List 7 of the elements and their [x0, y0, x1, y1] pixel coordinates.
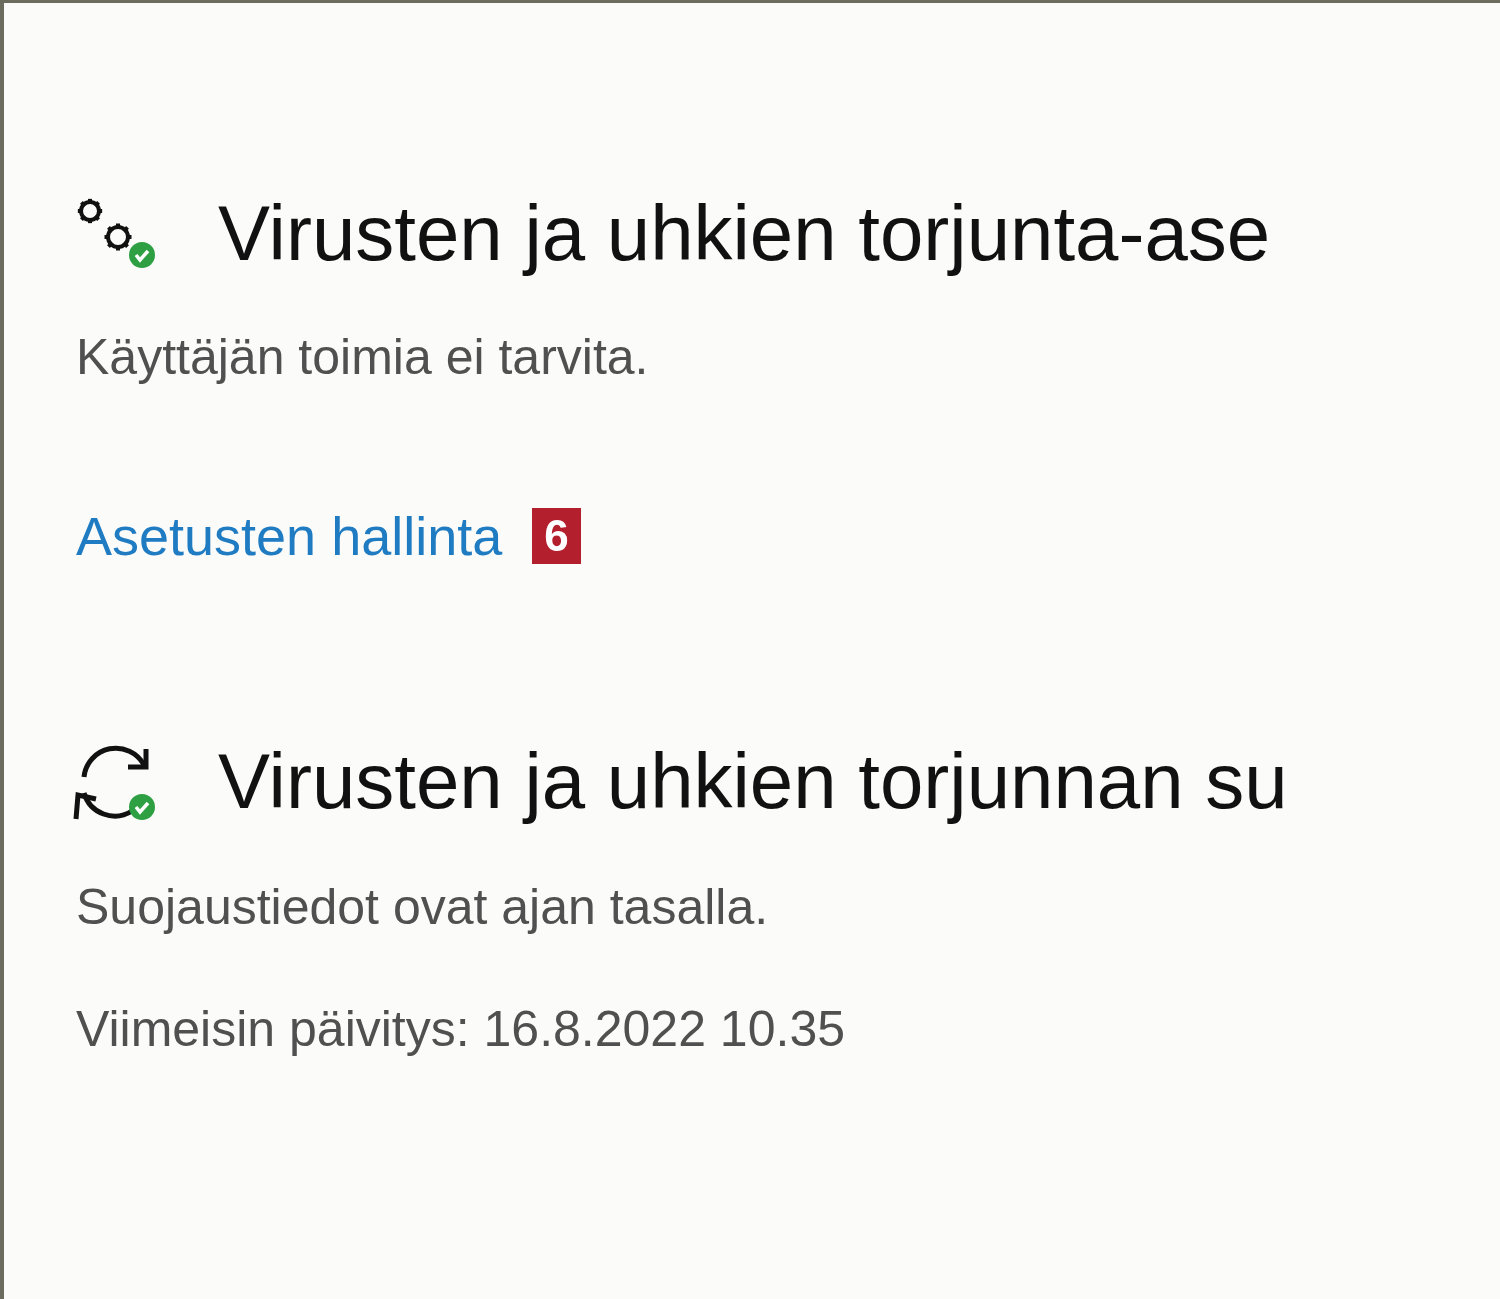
status-text: Käyttäjän toimia ei tarvita.	[76, 327, 650, 387]
status-text: Viimeisin päivitys: 16.8.2022 10.35	[76, 999, 846, 1059]
number-badge: 6	[532, 507, 581, 564]
settings-link[interactable]: Asetusten hallinta	[76, 504, 503, 567]
status-text: Suojaustiedot ovat ajan tasalla.	[76, 877, 770, 937]
section-title: Virusten ja uhkien torjunta-ase	[218, 191, 1271, 277]
section-title: Virusten ja uhkien torjunnan su	[218, 738, 1288, 825]
